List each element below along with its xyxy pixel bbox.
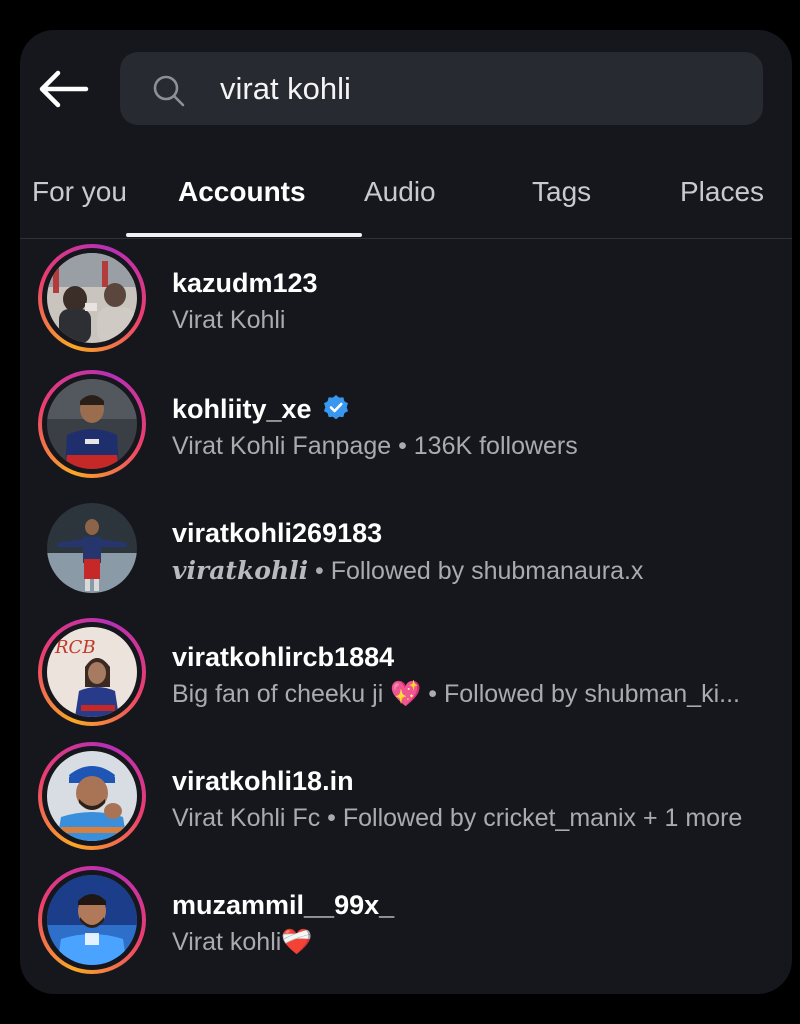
back-button[interactable]: [36, 66, 90, 112]
avatar: [47, 875, 137, 965]
avatar: RCB: [47, 627, 137, 717]
story-ring: [38, 866, 146, 974]
account-subtitle: viratkohli • Followed by shubmanaura.x: [172, 556, 644, 585]
avatar: [47, 379, 137, 469]
account-subtitle: Virat kohli❤️‍🩹: [172, 928, 313, 956]
account-username: viratkohlircb1884: [172, 642, 395, 672]
account-username: kohliity_xe: [172, 394, 350, 425]
bio-script-text: viratkohli: [172, 556, 309, 585]
tab-accounts[interactable]: Accounts: [178, 170, 306, 218]
account-username: viratkohli269183: [172, 518, 383, 548]
story-ring: [38, 244, 146, 352]
search-query: virat kohli: [220, 71, 351, 106]
search-input[interactable]: virat kohli: [120, 52, 763, 125]
avatar-frame: [38, 494, 146, 602]
tab-for-you[interactable]: For you: [32, 170, 127, 218]
heart-emoji: ❤️‍🩹: [281, 928, 313, 956]
arrow-left-icon: [39, 70, 89, 108]
active-tab-indicator: [126, 233, 362, 237]
account-subtitle: Big fan of cheeku ji 💖 • Followed by shu…: [172, 680, 740, 708]
account-subtitle: Virat Kohli: [172, 306, 286, 334]
search-panel: virat kohli For you Accounts Audio Tags …: [20, 30, 792, 994]
account-row[interactable]: kazudm123 Virat Kohli: [20, 242, 792, 362]
account-row[interactable]: kohliity_xe Virat Kohli Fanpage • 136K f…: [20, 368, 792, 488]
account-username: kazudm123: [172, 268, 318, 298]
heart-emoji: 💖: [390, 680, 422, 708]
tab-tags[interactable]: Tags: [532, 170, 591, 218]
tab-audio[interactable]: Audio: [364, 170, 436, 218]
story-ring: [38, 742, 146, 850]
account-username: muzammil__99x_: [172, 890, 395, 920]
tab-divider: [20, 238, 792, 239]
account-username: viratkohli18.in: [172, 766, 354, 796]
account-subtitle: Virat Kohli Fc • Followed by cricket_man…: [172, 804, 743, 832]
avatar: [47, 751, 137, 841]
account-row[interactable]: RCB viratkohlircb1884 Big fan of cheeku …: [20, 616, 792, 736]
avatar-rcb-text: RCB: [54, 637, 96, 658]
account-row[interactable]: viratkohli269183 viratkohli • Followed b…: [20, 492, 792, 612]
search-icon: [153, 75, 185, 107]
account-row[interactable]: muzammil__99x_ Virat kohli❤️‍🩹: [20, 864, 792, 984]
tab-places[interactable]: Places: [680, 170, 764, 218]
story-ring: RCB: [38, 618, 146, 726]
avatar: [47, 253, 137, 343]
account-row[interactable]: viratkohli18.in Virat Kohli Fc • Followe…: [20, 740, 792, 860]
story-ring: [38, 370, 146, 478]
account-subtitle: Virat Kohli Fanpage • 136K followers: [172, 432, 578, 460]
tab-bar: For you Accounts Audio Tags Places: [20, 170, 792, 240]
verified-badge-icon: [323, 395, 348, 420]
avatar: [47, 503, 137, 593]
